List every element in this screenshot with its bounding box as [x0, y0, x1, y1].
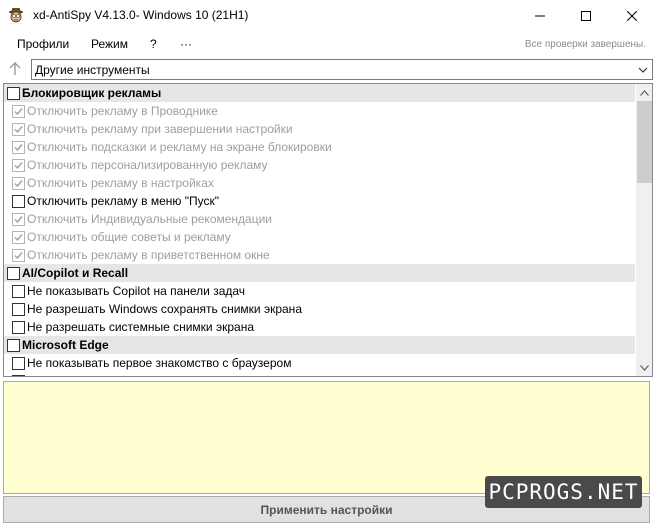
setting-row[interactable]: Отключить рекламу в меню "Пуск": [4, 192, 635, 210]
setting-checkbox[interactable]: [12, 249, 25, 262]
setting-checkbox[interactable]: [12, 141, 25, 154]
setting-label: Отключить рекламу в меню "Пуск": [27, 194, 219, 208]
setting-checkbox[interactable]: [12, 123, 25, 136]
setting-label: Отключить общие советы и рекламу: [27, 230, 231, 244]
menu-more[interactable]: ···: [180, 37, 192, 51]
checkmark-icon: [14, 108, 23, 116]
section-header-label: AI/Copilot и Recall: [22, 266, 129, 280]
scroll-down-button[interactable]: [636, 359, 652, 376]
watermark-badge: PCPROGS.NET: [485, 476, 642, 508]
menu-bar: Профили Режим ? ··· Все проверки заверше…: [0, 33, 654, 55]
setting-checkbox[interactable]: [12, 357, 25, 370]
setting-label: Отключить подсказки и рекламу на экране …: [27, 140, 332, 154]
category-select-value: Другие инструменты: [35, 63, 150, 77]
up-button[interactable]: [6, 60, 24, 78]
title-bar: xd-AntiSpy V4.13.0- Windows 10 (21H1): [0, 0, 654, 31]
setting-checkbox[interactable]: [12, 159, 25, 172]
section-header-label: Блокировщик рекламы: [22, 86, 162, 100]
maximize-button[interactable]: [563, 0, 609, 31]
setting-checkbox[interactable]: [12, 285, 25, 298]
setting-checkbox[interactable]: [12, 105, 25, 118]
setting-label: Не показывать Copilot на панели задач: [27, 284, 246, 298]
setting-label: Отключить рекламу в настройках: [27, 176, 214, 190]
setting-row[interactable]: Не разрешать Windows сохранять снимки эк…: [4, 300, 635, 318]
setting-checkbox[interactable]: [12, 213, 25, 226]
section-header[interactable]: Microsoft Edge: [4, 336, 635, 354]
close-icon: [627, 10, 637, 21]
status-text: Все проверки завершены.: [524, 39, 646, 50]
setting-label: Отключить персонализированную рекламу: [27, 158, 268, 172]
watermark-text: PCPROGS.NET: [488, 480, 639, 504]
setting-label: Отключить рекламу в Проводнике: [27, 104, 218, 118]
setting-checkbox[interactable]: [12, 195, 25, 208]
checkmark-icon: [14, 252, 23, 260]
setting-row[interactable]: Отключить рекламу в Проводнике: [4, 102, 635, 120]
setting-row[interactable]: Отключить подсказки и рекламу на экране …: [4, 138, 635, 156]
section-header[interactable]: AI/Copilot и Recall: [4, 264, 635, 282]
setting-label: Не показывать первое знакомство с браузе…: [27, 356, 292, 370]
checkmark-icon: [14, 144, 23, 152]
setting-label: Не разрешать системные снимки экрана: [27, 320, 254, 334]
maximize-icon: [581, 10, 591, 21]
settings-list[interactable]: Блокировщик рекламы Отключить рекламу в П…: [3, 83, 653, 377]
menu-help[interactable]: ?: [150, 37, 157, 51]
setting-checkbox[interactable]: [7, 267, 20, 280]
setting-row[interactable]: Не разрешать системные снимки экрана: [4, 318, 635, 336]
window-title: xd-AntiSpy V4.13.0- Windows 10 (21H1): [33, 8, 249, 22]
setting-checkbox[interactable]: [7, 87, 20, 100]
arrow-up-icon: [9, 62, 21, 75]
setting-checkbox[interactable]: [12, 303, 25, 316]
chevron-down-icon: [638, 67, 648, 73]
scroll-up-button[interactable]: [636, 84, 652, 101]
setting-row[interactable]: Отключить Индивидуальные рекомендации: [4, 210, 635, 228]
menu-mode[interactable]: Режим: [91, 37, 128, 51]
category-toolbar: Другие инструменты: [0, 58, 654, 82]
setting-label: Отключить рекламу в приветственном окне: [27, 248, 270, 262]
vertical-scrollbar[interactable]: [636, 84, 652, 376]
menu-profiles[interactable]: Профили: [17, 37, 69, 51]
section-header[interactable]: Блокировщик рекламы: [4, 84, 635, 102]
checkmark-icon: [14, 126, 23, 134]
spy-mascot-icon: [8, 7, 24, 23]
close-button[interactable]: [609, 0, 654, 31]
setting-row[interactable]: Не показывать первое знакомство с браузе…: [4, 354, 635, 372]
setting-checkbox[interactable]: [12, 231, 25, 244]
category-select[interactable]: Другие инструменты: [31, 59, 653, 80]
setting-row[interactable]: Отключить рекламу в приветственном окне: [4, 246, 635, 264]
chevron-up-icon: [640, 89, 649, 96]
setting-row[interactable]: [4, 372, 635, 376]
setting-checkbox[interactable]: [12, 177, 25, 190]
checkmark-icon: [14, 162, 23, 170]
minimize-button[interactable]: [517, 0, 563, 31]
checkmark-icon: [14, 234, 23, 242]
scroll-thumb[interactable]: [637, 101, 652, 183]
setting-checkbox[interactable]: [7, 339, 20, 352]
setting-checkbox[interactable]: [12, 321, 25, 334]
checkmark-icon: [14, 180, 23, 188]
setting-checkbox[interactable]: [12, 375, 25, 376]
setting-row[interactable]: Отключить персонализированную рекламу: [4, 156, 635, 174]
setting-row[interactable]: Отключить рекламу в настройках: [4, 174, 635, 192]
setting-row[interactable]: Отключить рекламу при завершении настрой…: [4, 120, 635, 138]
minimize-icon: [535, 15, 545, 16]
setting-row[interactable]: Не показывать Copilot на панели задач: [4, 282, 635, 300]
section-header-label: Microsoft Edge: [22, 338, 109, 352]
chevron-down-icon: [640, 364, 649, 371]
setting-label: Не разрешать Windows сохранять снимки эк…: [27, 302, 302, 316]
setting-row[interactable]: Отключить общие советы и рекламу: [4, 228, 635, 246]
setting-label: Отключить рекламу при завершении настрой…: [27, 122, 293, 136]
checkmark-icon: [14, 216, 23, 224]
setting-label: Отключить Индивидуальные рекомендации: [27, 212, 272, 226]
